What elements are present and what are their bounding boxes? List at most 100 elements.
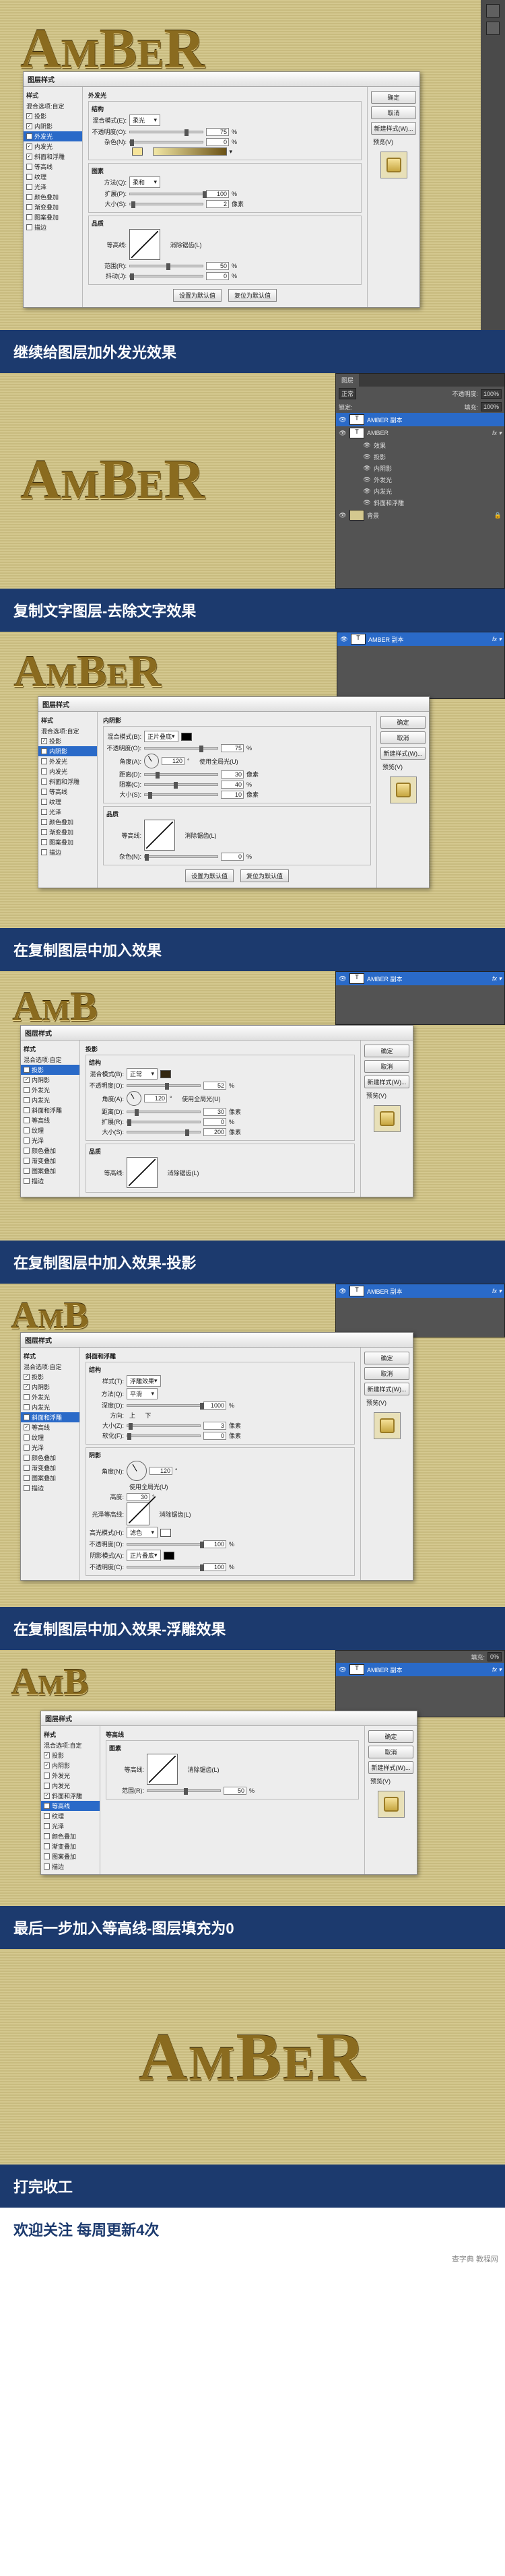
cancel-button[interactable]: 取消 (364, 1060, 409, 1073)
reset-default-button[interactable]: 复位为默认值 (240, 869, 289, 882)
fx-row[interactable]: 👁效果 (336, 440, 504, 451)
style-item-selected[interactable]: 斜面和浮雕 (21, 1412, 79, 1422)
noise-value[interactable]: 0 (206, 138, 229, 146)
blend-select[interactable]: 正常▾ (127, 1068, 158, 1080)
cancel-button[interactable]: 取消 (371, 106, 416, 119)
style-item[interactable]: 纹理 (38, 797, 97, 807)
new-style-button[interactable]: 新建样式(W)... (364, 1383, 409, 1395)
jitter-slider[interactable] (129, 275, 203, 277)
style-item[interactable]: 投影 (38, 736, 97, 746)
ok-button[interactable]: 确定 (364, 1045, 409, 1057)
opacity-slider[interactable] (144, 747, 218, 750)
eye-icon[interactable]: 👁 (339, 430, 347, 437)
new-style-button[interactable]: 新建样式(W)... (371, 122, 416, 135)
style-item[interactable]: 图案叠加 (38, 837, 97, 847)
style-select[interactable]: 浮雕效果▾ (127, 1375, 161, 1387)
method-select[interactable]: 平滑▾ (127, 1388, 158, 1399)
reset-default-button[interactable]: 复位为默认值 (228, 289, 277, 302)
fx-item[interactable]: 👁内发光 (336, 486, 504, 497)
style-item[interactable]: 外发光 (38, 756, 97, 766)
style-item[interactable]: 斜面和浮雕 (24, 152, 82, 162)
size-value[interactable]: 2 (206, 200, 229, 208)
ok-button[interactable]: 确定 (380, 716, 426, 729)
cancel-button[interactable]: 取消 (364, 1367, 409, 1380)
angle-dial[interactable] (127, 1461, 147, 1481)
method-select[interactable]: 柔和▾ (129, 176, 160, 188)
style-item[interactable]: 内发光 (24, 141, 82, 152)
style-item[interactable]: 图案叠加 (24, 212, 82, 222)
blend-select[interactable]: 正片叠底▾ (144, 731, 178, 742)
style-item[interactable]: 渐变叠加 (24, 202, 82, 212)
shadow-color[interactable] (160, 1070, 171, 1078)
noise-slider[interactable] (129, 141, 203, 143)
style-item[interactable]: 颜色叠加 (24, 192, 82, 202)
contour-picker[interactable] (144, 820, 175, 851)
ok-button[interactable]: 确定 (368, 1730, 413, 1743)
jitter-value[interactable]: 0 (206, 272, 229, 280)
fx-item[interactable]: 👁内阴影 (336, 463, 504, 474)
distance-slider[interactable] (144, 773, 218, 776)
range-slider[interactable] (129, 265, 203, 267)
style-item[interactable]: 描边 (24, 222, 82, 232)
gradient-swatch[interactable] (153, 147, 227, 156)
range-value[interactable]: 50 (206, 262, 229, 270)
style-item[interactable]: 等高线 (24, 162, 82, 172)
noise-slider[interactable] (144, 855, 218, 858)
style-item-selected[interactable]: 等高线 (41, 1801, 100, 1811)
color-swatch[interactable] (132, 147, 143, 156)
blend-mode-dd[interactable]: 正常 (339, 388, 356, 399)
new-style-button[interactable]: 新建样式(W)... (364, 1076, 409, 1088)
opacity-slider[interactable] (129, 131, 203, 133)
blend-options[interactable]: 混合选项:自定 (24, 101, 82, 111)
lock-pos-icon[interactable] (380, 402, 389, 411)
contour-picker[interactable] (127, 1157, 158, 1188)
contour-picker[interactable] (129, 229, 160, 260)
style-item[interactable]: 斜面和浮雕 (38, 777, 97, 787)
layers-tab[interactable]: 图层 (336, 374, 359, 387)
fx-item[interactable]: 👁投影 (336, 451, 504, 463)
style-item[interactable]: 光泽 (38, 807, 97, 817)
style-item[interactable]: 描边 (38, 847, 97, 857)
tool-icon[interactable] (486, 4, 500, 18)
shadow-color[interactable] (181, 733, 192, 741)
lock-all-icon[interactable] (392, 402, 401, 411)
spread-value[interactable]: 100 (206, 190, 229, 198)
fill-dd[interactable]: 100% (481, 402, 502, 411)
set-default-button[interactable]: 设置为默认值 (185, 869, 234, 882)
gloss-contour[interactable] (127, 1502, 149, 1525)
style-item[interactable]: 光泽 (24, 182, 82, 192)
angle-dial[interactable] (144, 754, 159, 768)
style-item-selected[interactable]: 内阴影 (38, 746, 97, 756)
contour-picker[interactable] (147, 1754, 178, 1785)
size-slider[interactable] (129, 203, 203, 205)
blend-options[interactable]: 混合选项:自定 (38, 726, 97, 736)
eye-icon[interactable]: 👁 (339, 416, 347, 424)
style-item[interactable]: 等高线 (38, 787, 97, 797)
fx-badge[interactable]: fx ▾ (492, 430, 502, 437)
style-item[interactable]: 内阴影 (24, 121, 82, 131)
opacity-dd[interactable]: 100% (481, 389, 502, 399)
spread-slider[interactable] (129, 193, 203, 195)
set-default-button[interactable]: 设置为默认值 (173, 289, 222, 302)
style-item[interactable]: 内发光 (38, 766, 97, 777)
fx-item[interactable]: 👁外发光 (336, 474, 504, 486)
style-item[interactable]: 投影 (24, 111, 82, 121)
style-item-selected[interactable]: 外发光 (24, 131, 82, 141)
cancel-button[interactable]: 取消 (380, 731, 426, 744)
layer-row-copy[interactable]: 👁TAMBER 副本fx ▾ (337, 632, 504, 646)
fill-dd[interactable]: 0% (487, 1652, 502, 1661)
layer-row[interactable]: 👁TAMBERfx ▾ (336, 426, 504, 440)
tool-icon[interactable] (486, 22, 500, 35)
opacity-value[interactable]: 75 (206, 128, 229, 136)
style-item-selected[interactable]: 投影 (21, 1065, 79, 1075)
lock-pixels-icon[interactable] (368, 402, 377, 411)
ok-button[interactable]: 确定 (364, 1352, 409, 1364)
cancel-button[interactable]: 取消 (368, 1746, 413, 1758)
new-style-button[interactable]: 新建样式(W)... (368, 1761, 413, 1774)
choke-slider[interactable] (144, 783, 218, 786)
new-style-button[interactable]: 新建样式(W)... (380, 747, 426, 760)
blend-mode-select[interactable]: 柔光▾ (129, 114, 160, 126)
fx-item[interactable]: 👁斜面和浮雕 (336, 497, 504, 508)
size-slider[interactable] (144, 793, 218, 796)
lock-trans-icon[interactable] (356, 402, 365, 411)
